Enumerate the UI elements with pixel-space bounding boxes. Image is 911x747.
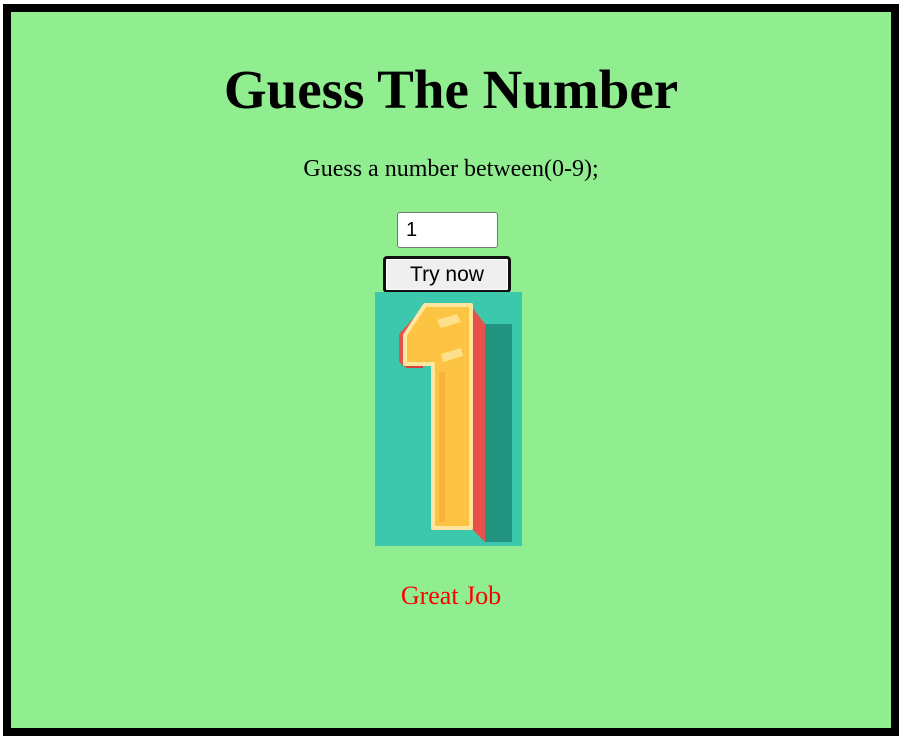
page-title: Guess The Number — [223, 59, 679, 120]
instruction-text: Guess a number between(0-9); — [303, 156, 599, 182]
try-now-button[interactable]: Try now — [383, 256, 511, 293]
guess-input[interactable] — [397, 212, 498, 248]
game-container: Guess The Number Guess a number between(… — [3, 4, 899, 736]
number-one-icon — [375, 292, 522, 546]
number-one-image — [375, 292, 522, 546]
result-message: Great Job — [400, 581, 502, 610]
